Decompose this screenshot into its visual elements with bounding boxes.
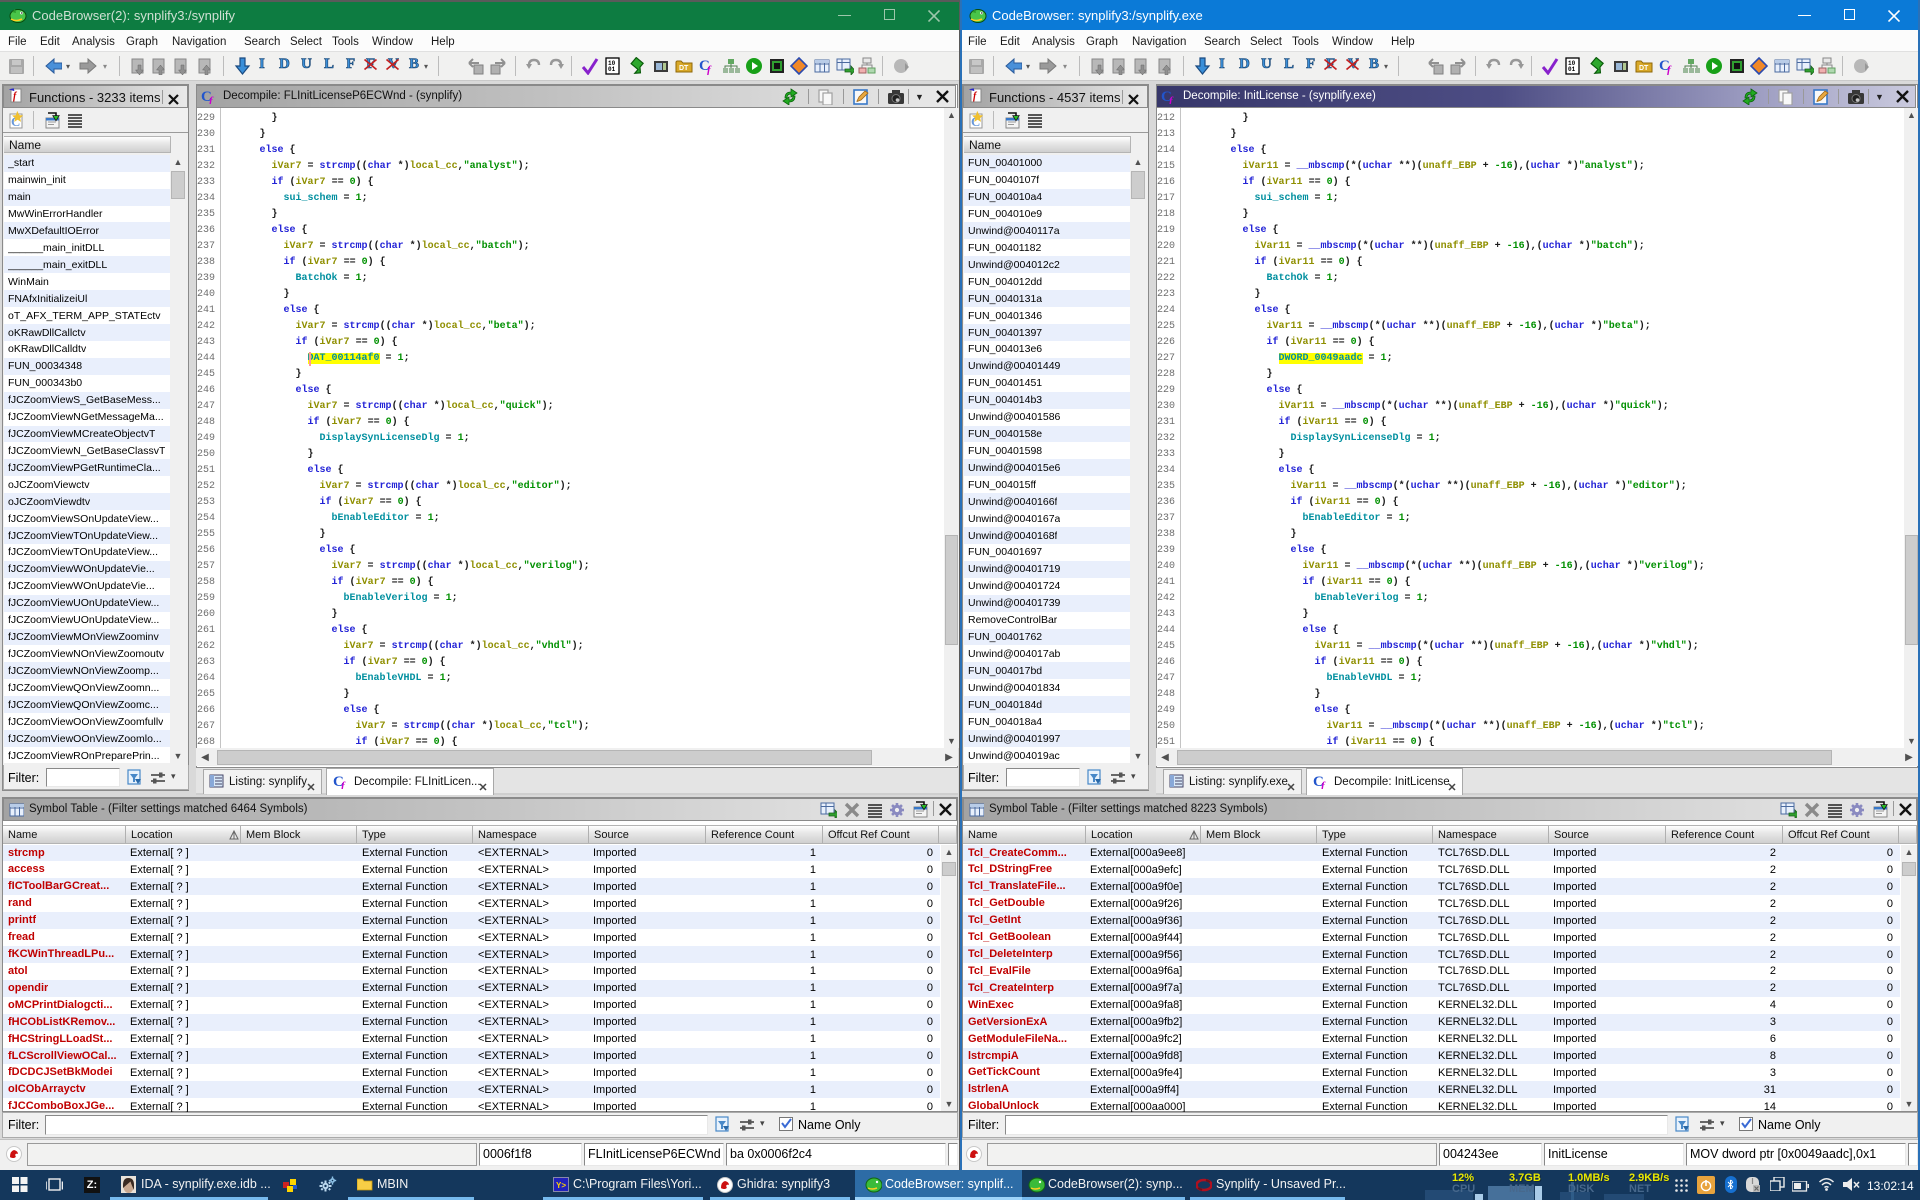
svg-text:DT: DT xyxy=(1639,65,1649,72)
svg-text:f: f xyxy=(209,95,214,104)
svg-text:f: f xyxy=(707,64,712,75)
svg-text:f: f xyxy=(1667,64,1672,75)
svg-text:01: 01 xyxy=(608,66,616,73)
svg-text:f: f xyxy=(1321,780,1326,789)
svg-text:01: 01 xyxy=(1568,66,1576,73)
svg-text:DT: DT xyxy=(679,65,689,72)
svg-text:f: f xyxy=(1169,95,1174,104)
svg-text:f: f xyxy=(341,780,346,789)
